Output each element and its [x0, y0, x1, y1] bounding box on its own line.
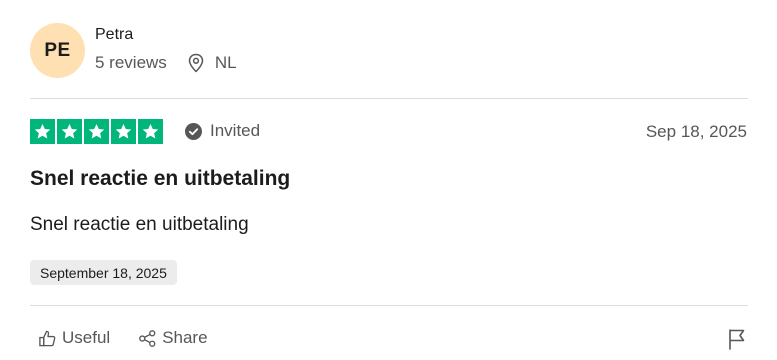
share-label: Share	[162, 328, 208, 347]
experience-date: September 18, 2025	[40, 264, 167, 281]
invited-label: Invited	[210, 121, 261, 140]
experience-date-badge: September 18, 2025	[30, 260, 177, 285]
reviewer-meta: 5 reviews NL	[95, 53, 237, 73]
divider	[30, 305, 748, 306]
review-date: Sep 18, 2025	[645, 122, 747, 141]
location-pin-icon	[187, 53, 205, 73]
share-button[interactable]: Share	[138, 328, 208, 348]
share-icon	[138, 329, 157, 348]
star-icon	[138, 119, 163, 144]
avatar[interactable]: PE	[30, 23, 85, 78]
review-title[interactable]: Snel reactie en uitbetaling	[30, 167, 290, 191]
star-icon	[57, 119, 82, 144]
avatar-initials: PE	[44, 39, 71, 61]
reviewer-name[interactable]: Petra	[95, 26, 133, 44]
report-button[interactable]	[727, 328, 747, 350]
review-body: Snel reactie en uitbetaling	[30, 214, 249, 235]
review-count: 5 reviews	[95, 53, 167, 72]
check-circle-icon	[185, 122, 202, 140]
useful-label: Useful	[62, 328, 111, 347]
invited-badge[interactable]: Invited	[185, 121, 260, 141]
star-icon	[111, 119, 136, 144]
flag-icon	[727, 329, 747, 354]
thumbs-up-icon	[38, 329, 57, 348]
useful-button[interactable]: Useful	[38, 328, 110, 348]
star-icon	[30, 119, 55, 144]
star-icon	[84, 119, 109, 144]
review-actions: Useful Share	[38, 328, 208, 348]
review-card: PE Petra 5 reviews NL Invited Sep 18, 20…	[0, 0, 777, 360]
divider	[30, 98, 748, 99]
reviewer-country: NL	[214, 53, 237, 72]
star-rating	[30, 119, 163, 144]
